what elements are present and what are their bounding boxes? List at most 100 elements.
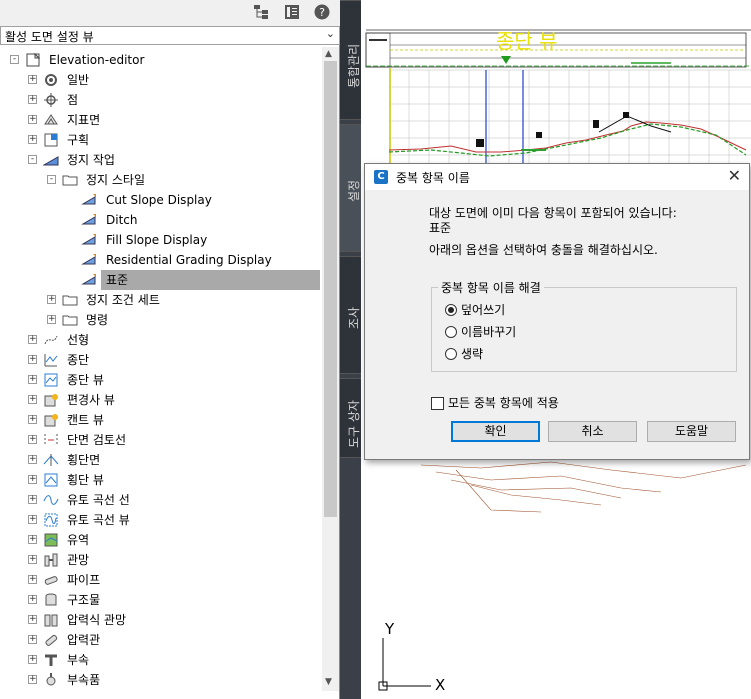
grading-style-icon — [81, 214, 96, 225]
tree-item[interactable]: + 유역 — [0, 530, 320, 550]
apply-all-label[interactable]: 모든 중복 항목에 적용 — [448, 394, 559, 411]
tree-item-label: 관망 — [67, 553, 90, 567]
scrollbar-thumb[interactable] — [324, 61, 337, 517]
pipe-network-icon — [44, 553, 58, 567]
tree-item[interactable]: + 파이프 — [0, 570, 320, 590]
tab-toolbox[interactable]: 도구 상자 — [340, 378, 361, 458]
tab-prospector[interactable]: 통합관리 — [340, 0, 361, 120]
tree-item[interactable]: + 지표면 — [0, 110, 320, 130]
tree-item[interactable]: + 압력관 — [0, 630, 320, 650]
tree-item[interactable]: + 캔트 뷰 — [0, 410, 320, 430]
expand-icon[interactable]: + — [28, 355, 37, 364]
tree-item[interactable]: + 구조물 — [0, 590, 320, 610]
expand-icon[interactable]: + — [28, 75, 37, 84]
tree-item[interactable]: + 점 — [0, 90, 320, 110]
tree-item[interactable]: + 종단 — [0, 350, 320, 370]
tree-item[interactable]: + 명령 — [0, 310, 320, 330]
close-icon[interactable]: ✕ — [728, 166, 741, 185]
grading-style-icon — [81, 194, 96, 205]
tree-item[interactable]: + 선형 — [0, 330, 320, 350]
overwrite-radio[interactable] — [445, 304, 457, 316]
dialog-title-bar[interactable]: C 중복 항목 이름 ✕ — [365, 164, 749, 190]
tree-item[interactable]: + 일반 — [0, 70, 320, 90]
expand-icon[interactable]: + — [28, 615, 37, 624]
expand-icon[interactable]: + — [28, 415, 37, 424]
expand-icon[interactable]: + — [47, 295, 56, 304]
item-view-icon[interactable] — [284, 4, 300, 20]
tab-survey[interactable]: 조사 — [340, 256, 361, 374]
tree-item[interactable]: + 정지 조건 세트 — [0, 290, 320, 310]
help-icon[interactable]: ? — [314, 4, 330, 20]
expand-icon[interactable]: + — [28, 375, 37, 384]
tree-item[interactable]: + 압력식 관망 — [0, 610, 320, 630]
tree-item[interactable]: Residential Grading Display — [0, 250, 320, 270]
expand-icon[interactable]: + — [28, 115, 37, 124]
expand-icon[interactable]: + — [47, 315, 56, 324]
tree-item[interactable]: - 정지 작업 — [0, 150, 320, 170]
tree-item[interactable]: + 종단 뷰 — [0, 370, 320, 390]
expand-icon[interactable]: + — [28, 655, 37, 664]
skip-label[interactable]: 생략 — [461, 345, 483, 362]
expand-icon[interactable]: + — [28, 335, 37, 344]
tree-item[interactable]: Cut Slope Display — [0, 190, 320, 210]
tree-item-label: 유토 곡선 선 — [67, 493, 130, 507]
expand-icon[interactable]: + — [28, 135, 37, 144]
collapse-icon[interactable]: - — [47, 175, 56, 184]
tree-item[interactable]: + 부속품 — [0, 670, 320, 690]
ok-button[interactable]: 확인 — [451, 421, 540, 442]
tree-item[interactable]: + 유토 곡선 선 — [0, 490, 320, 510]
expand-icon[interactable]: + — [28, 475, 37, 484]
expand-icon[interactable]: + — [28, 675, 37, 684]
rename-label[interactable]: 이름바꾸기 — [461, 323, 516, 340]
drawing-selector[interactable]: 활성 도면 설정 뷰 ⌄ — [0, 26, 340, 45]
expand-icon[interactable]: + — [28, 635, 37, 644]
tree-item[interactable]: - 정지 스타일 — [0, 170, 320, 190]
scroll-down-icon[interactable]: ▼ — [325, 677, 332, 687]
overwrite-label[interactable]: 덮어쓰기 — [461, 301, 505, 318]
tree-scrollbar[interactable]: ▲ ▼ — [322, 47, 339, 691]
tab-settings[interactable]: 설정 — [340, 124, 361, 252]
expand-icon[interactable]: + — [28, 95, 37, 104]
tree-item[interactable]: - Elevation-editor — [0, 50, 320, 70]
expand-icon[interactable]: + — [28, 535, 37, 544]
tree-item[interactable]: + 부속 — [0, 650, 320, 670]
svg-text:?: ? — [319, 6, 325, 19]
expand-icon[interactable]: + — [28, 595, 37, 604]
collapse-icon[interactable]: - — [10, 55, 19, 64]
tree-item[interactable]: + 구획 — [0, 130, 320, 150]
civil3d-icon: C — [374, 170, 388, 184]
tree-item[interactable]: + 유토 곡선 뷰 — [0, 510, 320, 530]
expand-icon[interactable]: + — [28, 455, 37, 464]
expand-icon[interactable]: + — [28, 495, 37, 504]
ucs-x-label: X — [435, 676, 445, 694]
skip-radio[interactable] — [445, 348, 457, 360]
chevron-down-icon[interactable]: ⌄ — [326, 27, 335, 40]
tree-item[interactable]: Fill Slope Display — [0, 230, 320, 250]
collapse-icon[interactable]: - — [28, 155, 37, 164]
expand-icon[interactable]: + — [28, 435, 37, 444]
expand-icon[interactable]: + — [28, 515, 37, 524]
expand-icon[interactable]: + — [28, 555, 37, 564]
apply-all-checkbox[interactable] — [431, 397, 444, 410]
rename-radio[interactable] — [445, 326, 457, 338]
dialog-instruction: 아래의 옵션을 선택하여 충돌을 해결하십시오. — [429, 243, 658, 257]
tree-item[interactable]: Ditch — [0, 210, 320, 230]
tree-item[interactable]: 표준 — [0, 270, 320, 290]
grading-icon — [43, 156, 59, 166]
tree-item[interactable]: + 횡단면 — [0, 450, 320, 470]
tree-item-label: 단면 검토선 — [67, 433, 127, 447]
expand-icon[interactable]: + — [28, 395, 37, 404]
tree-item[interactable]: + 편경사 뷰 — [0, 390, 320, 410]
tree-item[interactable]: + 횡단 뷰 — [0, 470, 320, 490]
scroll-up-icon[interactable]: ▲ — [325, 49, 332, 59]
tree-item-label: 선형 — [67, 333, 90, 347]
cancel-button[interactable]: 취소 — [548, 421, 637, 442]
tree-item-label: 명령 — [86, 313, 109, 327]
help-button[interactable]: 도움말 — [647, 421, 736, 442]
expand-icon[interactable]: + — [28, 575, 37, 584]
hierarchy-icon[interactable] — [253, 4, 269, 20]
panel-toolbar: ? — [0, 0, 340, 26]
tree-item-label: 정지 조건 세트 — [86, 293, 160, 307]
tree-item[interactable]: + 관망 — [0, 550, 320, 570]
tree-item[interactable]: + 단면 검토선 — [0, 430, 320, 450]
